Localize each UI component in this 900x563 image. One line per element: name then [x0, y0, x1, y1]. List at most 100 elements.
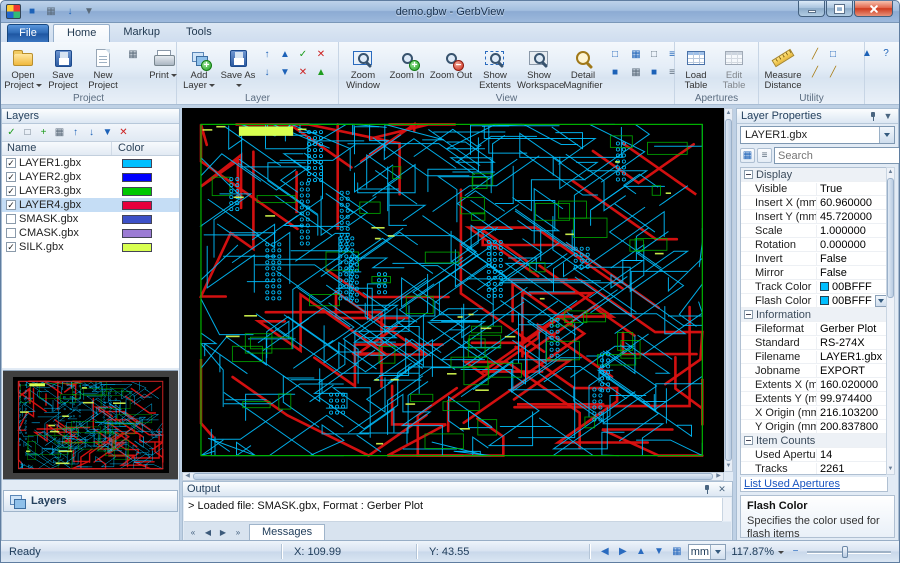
- pan-right-icon[interactable]: [616, 542, 629, 562]
- remove-layer-icon[interactable]: [116, 125, 131, 140]
- collapse-icon[interactable]: [744, 170, 753, 179]
- layer-color-swatch[interactable]: [122, 187, 152, 196]
- layer-row[interactable]: ✓ LAYER2.gbx: [2, 170, 179, 184]
- collapse-icon[interactable]: [744, 436, 753, 445]
- measure-angle-icon[interactable]: [807, 47, 823, 63]
- output-panel-caption[interactable]: Output: [183, 482, 732, 497]
- pcb-canvas[interactable]: [182, 108, 724, 472]
- close-panel-icon[interactable]: [716, 483, 728, 495]
- layer-uncheck-all-icon[interactable]: [295, 65, 311, 81]
- tab-tools[interactable]: Tools: [173, 24, 225, 42]
- pan-left-icon[interactable]: [598, 542, 611, 562]
- print-setup-icon[interactable]: [125, 47, 141, 63]
- property-value[interactable]: RS-274X: [817, 337, 887, 349]
- name-column-header[interactable]: Name: [2, 142, 112, 155]
- uncheck-all-layers-icon[interactable]: [20, 125, 35, 140]
- layer-move-top-icon[interactable]: [277, 47, 293, 63]
- property-row[interactable]: Standard RS-274X: [741, 336, 887, 350]
- layer-row[interactable]: ✓ SILK.gbx: [2, 240, 179, 254]
- property-row[interactable]: Used Apertu... 14: [741, 448, 887, 462]
- property-row[interactable]: Tracks 2261: [741, 462, 887, 475]
- property-value[interactable]: 216.103200: [817, 407, 887, 419]
- property-category-display[interactable]: Display: [741, 168, 887, 182]
- scroll-down-arrow-icon[interactable]: [886, 465, 895, 474]
- scroll-right-arrow-icon[interactable]: [714, 472, 723, 481]
- categorized-view-icon[interactable]: [740, 148, 755, 163]
- layer-row[interactable]: ✓ LAYER1.gbx: [2, 156, 179, 170]
- grid-toggle-icon[interactable]: [670, 542, 683, 562]
- layer-row-selected[interactable]: ✓ LAYER4.gbx: [2, 198, 179, 212]
- tab-home[interactable]: Home: [53, 24, 110, 42]
- zoom-level[interactable]: 117.87%: [731, 546, 774, 558]
- property-value[interactable]: Gerber Plot: [817, 323, 887, 335]
- add-layer-small-icon[interactable]: [36, 125, 51, 140]
- layer-selector-combobox[interactable]: LAYER1.gbx: [740, 126, 895, 144]
- property-row[interactable]: Extents X (m... 160.020000: [741, 378, 887, 392]
- highlight-pen-icon[interactable]: [825, 65, 841, 81]
- zoom-in-button[interactable]: Zoom In: [385, 44, 429, 93]
- list-used-apertures-link[interactable]: List Used Apertures: [741, 478, 840, 490]
- layer-row[interactable]: ✓ LAYER3.gbx: [2, 184, 179, 198]
- canvas-horizontal-scrollbar[interactable]: [182, 472, 724, 481]
- search-input[interactable]: [775, 150, 900, 162]
- scroll-up-arrow-icon[interactable]: [724, 109, 733, 118]
- panel-menu-icon[interactable]: [882, 110, 894, 122]
- horizontal-scroll-thumb[interactable]: [193, 473, 713, 480]
- layer-visible-checkbox[interactable]: ✓: [6, 242, 16, 252]
- property-value[interactable]: 160.020000: [817, 379, 887, 391]
- property-row[interactable]: Insert Y (mm) 45.720000: [741, 210, 887, 224]
- property-row[interactable]: Mirror False: [741, 266, 887, 280]
- zoom-out-button[interactable]: Zoom Out: [429, 44, 473, 93]
- zoom-slider-thumb[interactable]: [842, 546, 848, 558]
- property-value[interactable]: False: [817, 267, 887, 279]
- property-value[interactable]: 45.720000: [817, 211, 887, 223]
- measure-distance-button[interactable]: Measure Distance: [761, 44, 805, 93]
- zoom-out-slider-icon[interactable]: [789, 542, 802, 562]
- add-layer-button[interactable]: Add Layer: [179, 44, 219, 93]
- layers-panel-caption[interactable]: Layers: [2, 109, 179, 124]
- move-layer-down-icon[interactable]: [84, 125, 99, 140]
- layer-row[interactable]: SMASK.gbx: [2, 212, 179, 226]
- save-project-button[interactable]: Save Project: [43, 44, 83, 93]
- overview-thumbnail[interactable]: [13, 377, 169, 473]
- track-color-swatch[interactable]: [820, 282, 829, 291]
- layer-color-swatch[interactable]: [122, 229, 152, 238]
- maximize-button[interactable]: [826, 1, 853, 17]
- property-row[interactable]: Y Origin (mm) 200.837800: [741, 420, 887, 434]
- property-value[interactable]: 1.000000: [817, 225, 887, 237]
- show-extents-button[interactable]: Show Extents: [473, 44, 517, 93]
- property-category-item-counts[interactable]: Item Counts: [741, 434, 887, 448]
- property-value[interactable]: 60.960000: [817, 197, 887, 209]
- scroll-left-arrow-icon[interactable]: [183, 472, 192, 481]
- layer-color-swatch[interactable]: [122, 159, 152, 168]
- canvas-vertical-scrollbar[interactable]: [724, 108, 733, 472]
- title-bar[interactable]: demo.gbw - GerbView: [1, 1, 899, 23]
- toggle-points-icon[interactable]: [628, 65, 644, 81]
- layer-color-swatch[interactable]: [122, 201, 152, 210]
- scroll-up-arrow-icon[interactable]: [886, 168, 895, 177]
- pan-down-icon[interactable]: [652, 542, 665, 562]
- zoom-dropdown-icon[interactable]: [778, 551, 784, 554]
- new-project-button[interactable]: New Project: [83, 44, 123, 93]
- property-value[interactable]: 200.837800: [817, 421, 887, 433]
- layer-properties-caption[interactable]: Layer Properties: [737, 109, 898, 124]
- property-grid-scrollbar[interactable]: [886, 167, 895, 475]
- property-row[interactable]: Scale 1.000000: [741, 224, 887, 238]
- save-as-button[interactable]: Save As: [219, 44, 257, 93]
- layer-move-down-icon[interactable]: [259, 65, 275, 81]
- tab-markup[interactable]: Markup: [110, 24, 173, 42]
- first-tab-icon[interactable]: [186, 526, 200, 540]
- zoom-previous-icon[interactable]: [607, 47, 623, 63]
- property-row[interactable]: Fileformat Gerber Plot: [741, 322, 887, 336]
- color-column-header[interactable]: Color: [112, 142, 179, 155]
- property-value[interactable]: False: [817, 253, 887, 265]
- property-row[interactable]: Visible True: [741, 182, 887, 196]
- property-row[interactable]: Track Color 00BFFF: [741, 280, 887, 294]
- zoom-window-button[interactable]: Zoom Window: [341, 44, 385, 93]
- property-category-information[interactable]: Information: [741, 308, 887, 322]
- property-value[interactable]: 14: [817, 449, 887, 461]
- property-value[interactable]: 0.000000: [817, 239, 887, 251]
- layer-properties-icon[interactable]: [52, 125, 67, 140]
- layer-check-all-icon[interactable]: [295, 47, 311, 63]
- help-icon[interactable]: [878, 46, 894, 62]
